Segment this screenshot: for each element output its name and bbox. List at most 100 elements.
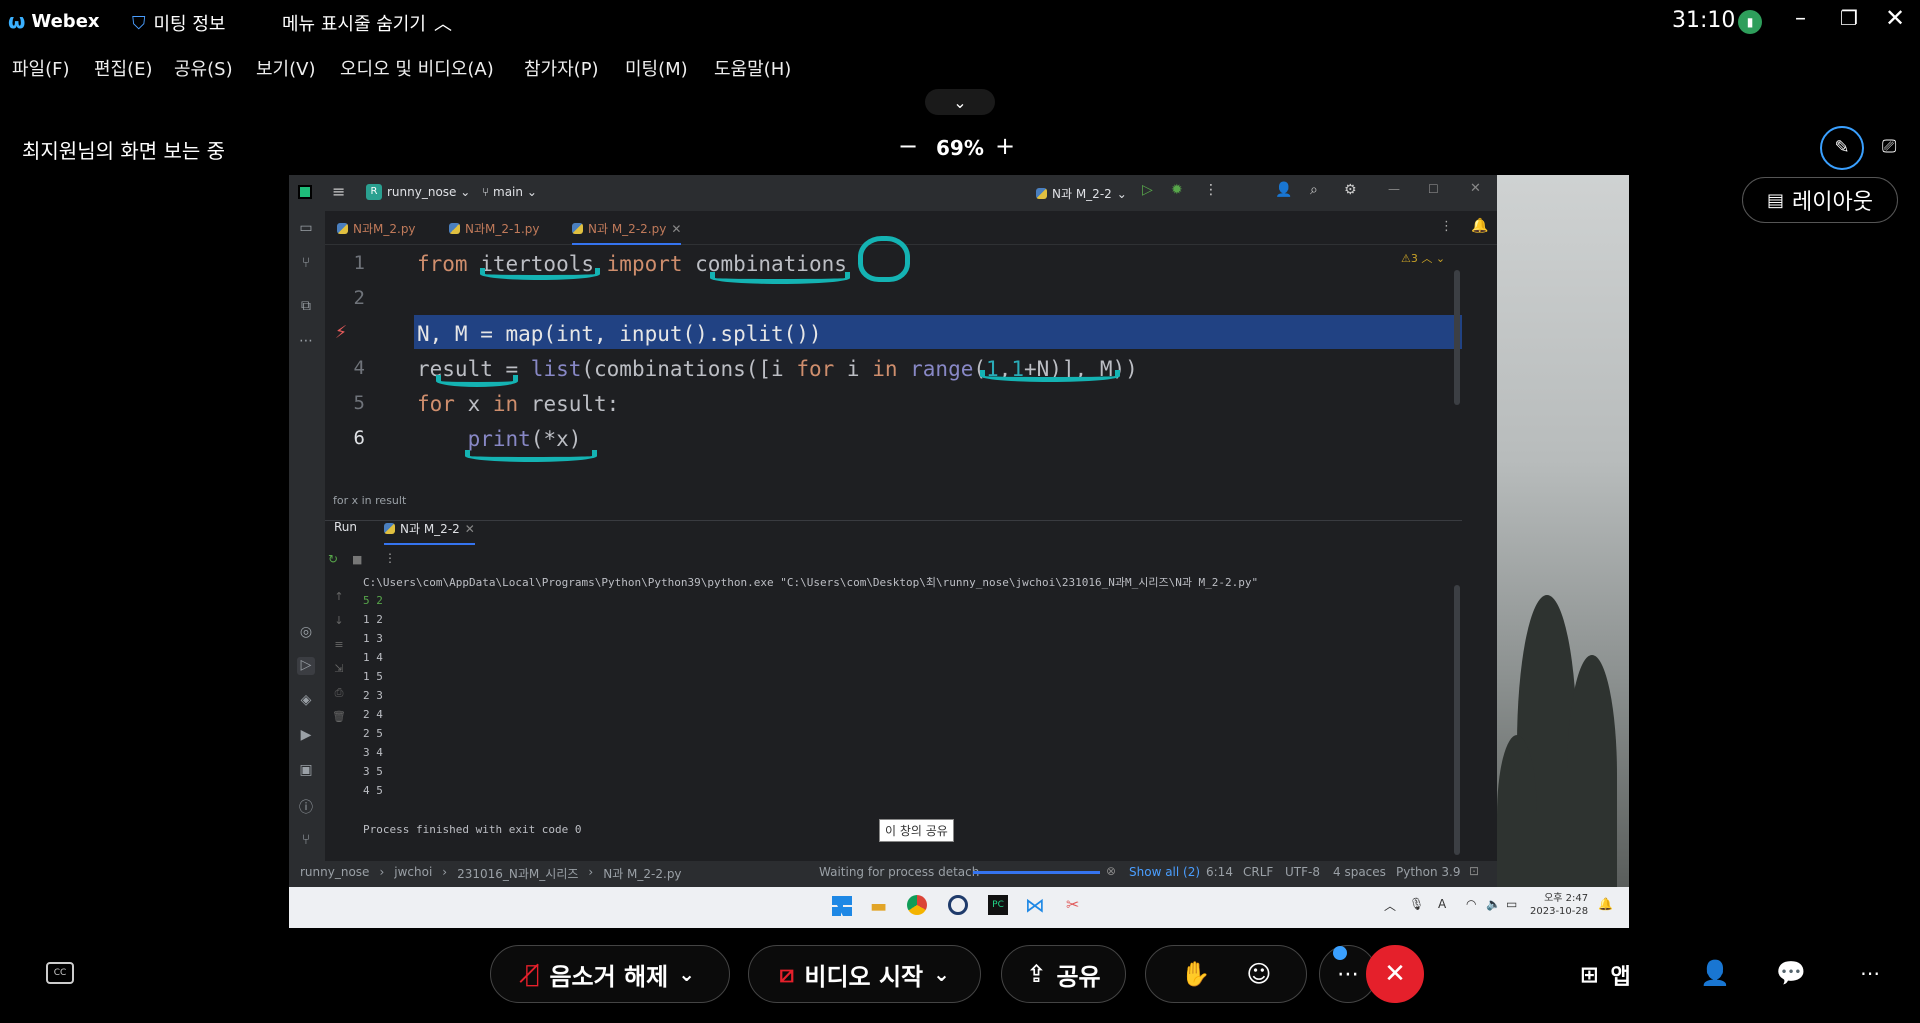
more-menu-icon[interactable]: ⋯ bbox=[1860, 961, 1880, 985]
run-config-selector[interactable]: N과 M_2-2 ⌄ bbox=[1036, 185, 1127, 202]
tab-run-config[interactable]: N과 M_2-2 ✕ bbox=[384, 520, 475, 545]
ide-maximize-icon[interactable]: ☐ bbox=[1428, 182, 1439, 196]
share-button[interactable]: ⇪ 공유 bbox=[1001, 945, 1126, 1003]
ime-icon[interactable]: A bbox=[1438, 897, 1446, 911]
gear-icon[interactable]: ⚙ bbox=[1344, 182, 1357, 198]
meeting-info-button[interactable]: ⛉ 미팅 정보 bbox=[132, 10, 225, 36]
notification-bell-icon[interactable]: 🔔 bbox=[1598, 897, 1613, 911]
unmute-button[interactable]: 🎙̸ 음소거 해제 ⌄ bbox=[490, 945, 730, 1003]
menu-view[interactable]: 보기(V) bbox=[256, 55, 315, 81]
raise-hand-icon[interactable]: ✋ bbox=[1181, 960, 1211, 988]
commit-icon[interactable]: ⑂ bbox=[297, 255, 315, 273]
menu-meeting[interactable]: 미팅(M) bbox=[625, 55, 688, 81]
services-icon[interactable]: ▶ bbox=[297, 727, 315, 745]
debug-icon[interactable]: ✹ bbox=[1171, 182, 1183, 198]
problems-icon[interactable]: ⓘ bbox=[297, 797, 315, 816]
lock-icon[interactable]: ⊡ bbox=[1469, 864, 1479, 878]
breadcrumb[interactable]: for x in result bbox=[333, 494, 406, 507]
annotate-icon[interactable]: ✎ bbox=[1820, 126, 1864, 170]
run-gutter-icon[interactable]: ⚡ bbox=[335, 319, 347, 343]
wifi-icon[interactable]: ◠ bbox=[1466, 897, 1476, 911]
zoom-out-button[interactable]: − bbox=[898, 132, 918, 160]
file-explorer-icon[interactable]: ▬ bbox=[870, 896, 887, 917]
rerun-icon[interactable]: ↻ bbox=[328, 552, 338, 566]
menu-share[interactable]: 공유(S) bbox=[174, 55, 233, 81]
editor-scrollbar[interactable] bbox=[1454, 270, 1460, 405]
add-user-icon[interactable]: 👤 bbox=[1275, 182, 1292, 198]
warnings-indicator[interactable]: ⚠3 ︿ ⌄ bbox=[1401, 250, 1445, 266]
signal-icon[interactable]: ▮ bbox=[1738, 10, 1762, 34]
branch-selector[interactable]: ⑂ main ⌄ bbox=[482, 185, 537, 199]
menu-help[interactable]: 도움말(H) bbox=[714, 55, 791, 81]
menu-participants[interactable]: 참가자(P) bbox=[524, 55, 599, 81]
progress-bar bbox=[973, 871, 1100, 874]
participants-icon[interactable]: 👤 bbox=[1700, 959, 1730, 987]
menu-edit[interactable]: 편집(E) bbox=[94, 55, 153, 81]
output-scrollbar[interactable] bbox=[1454, 585, 1460, 855]
minimize-icon[interactable]: – bbox=[1795, 6, 1806, 31]
vscode-icon[interactable]: ⋈ bbox=[1025, 893, 1045, 917]
tab-file-1[interactable]: N과M_2.py bbox=[337, 220, 416, 237]
structure-icon[interactable]: ⧉ bbox=[297, 298, 315, 316]
status-breadcrumb[interactable]: runny_nose › jwchoi › 231016_N과M_시리즈 › N과 M… bbox=[300, 865, 682, 882]
run-icon[interactable]: ▷ bbox=[1142, 182, 1153, 198]
more-icon[interactable]: ⋮ bbox=[1204, 182, 1218, 198]
battery-icon[interactable]: ▭ bbox=[1506, 897, 1517, 911]
folder-icon[interactable]: ▭ bbox=[297, 220, 315, 238]
hamburger-icon[interactable]: ≡ bbox=[332, 182, 345, 201]
start-video-button[interactable]: ⧄ 비디오 시작 ⌄ bbox=[748, 945, 981, 1003]
interpreter[interactable]: Python 3.9 bbox=[1396, 865, 1461, 879]
tab-close-icon[interactable]: ✕ bbox=[465, 522, 475, 536]
captions-icon[interactable]: CC bbox=[46, 962, 74, 984]
restore-icon[interactable]: ❐ bbox=[1840, 6, 1858, 30]
remote-control-icon[interactable]: ⎚ bbox=[1882, 136, 1896, 157]
project-selector[interactable]: runny_nose ⌄ bbox=[387, 185, 470, 199]
pycharm-taskbar-icon[interactable]: PC bbox=[988, 895, 1008, 915]
reactions-icon[interactable]: ☺ bbox=[1246, 960, 1271, 988]
tab-file-2[interactable]: N과M_2-1.py bbox=[449, 220, 540, 237]
indent[interactable]: 4 spaces bbox=[1333, 865, 1386, 879]
encoding[interactable]: UTF-8 bbox=[1285, 865, 1320, 879]
terminal-icon[interactable]: ▣ bbox=[297, 762, 315, 780]
output-line: 1 4 bbox=[363, 651, 383, 664]
chrome-icon[interactable] bbox=[907, 895, 927, 915]
git-icon[interactable]: ⑂ bbox=[297, 832, 315, 850]
taskbar-clock[interactable]: 오후 2:47 2023-10-28 bbox=[1530, 892, 1588, 918]
tray-chevron-icon[interactable]: ︿ bbox=[1384, 897, 1396, 914]
apps-button[interactable]: ⊞ 앱 bbox=[1580, 959, 1631, 991]
end-meeting-icon[interactable]: ✕ bbox=[1366, 945, 1424, 1003]
layout-button[interactable]: ▤ 레이아웃 bbox=[1742, 177, 1898, 223]
python-console-icon[interactable]: ◎ bbox=[297, 624, 315, 642]
tabs-more-icon[interactable]: ⋮ bbox=[1440, 219, 1453, 234]
run-more-icon[interactable]: ⋮ bbox=[384, 551, 396, 565]
cursor-position[interactable]: 6:14 bbox=[1206, 865, 1233, 879]
volume-icon[interactable]: 🔈 bbox=[1486, 897, 1501, 911]
line-number: 2 bbox=[353, 287, 365, 309]
run-tool-icon[interactable]: ▷ bbox=[297, 657, 315, 675]
ide-close-icon[interactable]: ✕ bbox=[1470, 181, 1481, 196]
mic-off-icon[interactable]: 🎙 bbox=[1409, 897, 1424, 911]
output-line: 2 3 bbox=[363, 689, 383, 702]
app-icon[interactable] bbox=[948, 895, 968, 915]
search-icon[interactable]: ⌕ bbox=[1310, 182, 1318, 198]
tab-file-3-active[interactable]: N과 M_2-2.py ✕ bbox=[572, 220, 682, 245]
close-icon[interactable]: ✕ bbox=[1885, 4, 1905, 32]
cancel-process-icon[interactable]: ⊗ bbox=[1106, 864, 1116, 878]
more-tools-icon[interactable]: ⋯ bbox=[297, 333, 315, 351]
zoom-in-button[interactable]: + bbox=[995, 132, 1015, 160]
ide-minimize-icon[interactable]: — bbox=[1388, 182, 1400, 196]
collapse-toggle[interactable]: ⌄ bbox=[925, 89, 995, 115]
output-line: 1 2 bbox=[363, 613, 383, 626]
line-endings[interactable]: CRLF bbox=[1243, 865, 1273, 879]
show-all-link[interactable]: Show all (2) bbox=[1129, 865, 1200, 879]
layers-icon[interactable]: ◈ bbox=[297, 692, 315, 710]
menu-file[interactable]: 파일(F) bbox=[12, 55, 70, 81]
notifications-icon[interactable]: 🔔 bbox=[1471, 218, 1488, 234]
run-side-tools[interactable]: ↑ ↓ ≡ ⇲ ⎙ 🗑 bbox=[332, 585, 346, 729]
hide-menu-button[interactable]: 메뉴 표시줄 숨기기 ︿ bbox=[282, 10, 452, 36]
stop-icon[interactable]: ■ bbox=[352, 553, 362, 566]
menu-audio-video[interactable]: 오디오 및 비디오(A) bbox=[340, 55, 494, 81]
snipping-icon[interactable]: ✂ bbox=[1066, 895, 1079, 914]
tab-close-icon[interactable]: ✕ bbox=[671, 222, 681, 236]
chat-icon[interactable]: 💬 bbox=[1776, 959, 1806, 987]
